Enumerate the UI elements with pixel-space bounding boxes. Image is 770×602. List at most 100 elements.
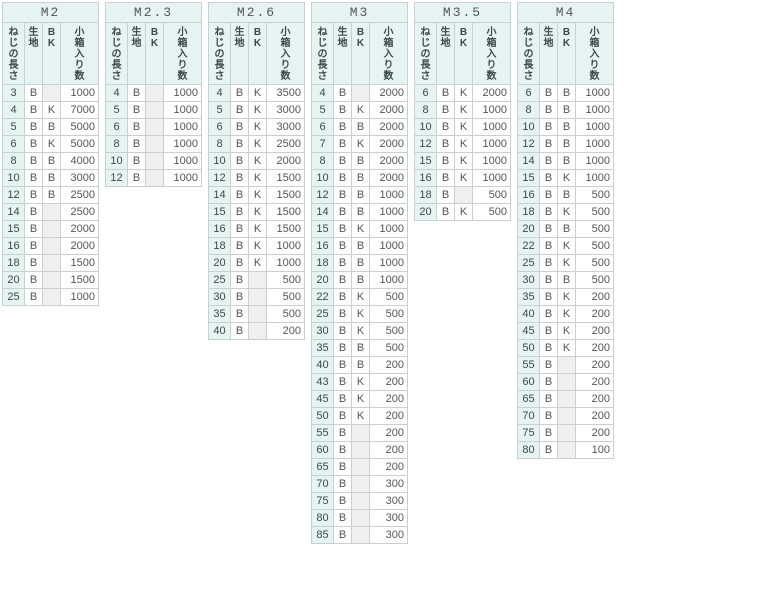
cell-length: 8 [209, 136, 231, 153]
cell-col2: K [249, 170, 267, 187]
cell-col1: B [437, 153, 455, 170]
cell-length: 4 [3, 102, 25, 119]
header-length: ねじの長さ [209, 23, 231, 85]
cell-length: 22 [518, 238, 540, 255]
cell-col1: B [334, 527, 352, 544]
cell-qty: 500 [576, 187, 614, 204]
cell-qty: 500 [267, 272, 305, 289]
cell-qty: 2000 [370, 136, 408, 153]
cell-length: 18 [415, 187, 437, 204]
table-row: 43BK200 [312, 374, 408, 391]
cell-qty: 200 [576, 289, 614, 306]
cell-qty: 2000 [267, 153, 305, 170]
cell-qty: 200 [576, 357, 614, 374]
cell-col1: B [25, 204, 43, 221]
table-row: 5B1000 [106, 102, 202, 119]
table-row: 65B200 [518, 391, 614, 408]
cell-col2: B [558, 119, 576, 136]
table-row: 40BB200 [312, 357, 408, 374]
header-length: ねじの長さ [415, 23, 437, 85]
cell-col2: B [43, 119, 61, 136]
cell-length: 6 [3, 136, 25, 153]
cell-col2: K [558, 340, 576, 357]
cell-qty: 500 [576, 204, 614, 221]
cell-qty: 200 [576, 374, 614, 391]
cell-qty: 1000 [267, 255, 305, 272]
cell-length: 12 [518, 136, 540, 153]
cell-col2: K [249, 238, 267, 255]
cell-col2 [352, 476, 370, 493]
table-row: 6BB1000 [518, 85, 614, 102]
cell-col2: B [352, 357, 370, 374]
cell-col1: B [437, 136, 455, 153]
table-row: 22BK500 [518, 238, 614, 255]
cell-col1: B [540, 170, 558, 187]
table-row: 16BK1500 [209, 221, 305, 238]
cell-length: 16 [415, 170, 437, 187]
cell-col1: B [437, 119, 455, 136]
table-row: 4B1000 [106, 85, 202, 102]
cell-col1: B [231, 289, 249, 306]
table-row: 55B200 [312, 425, 408, 442]
cell-col2: K [558, 170, 576, 187]
header-col2: BK [249, 23, 267, 85]
cell-col2 [146, 170, 164, 187]
cell-qty: 1500 [267, 170, 305, 187]
table-row: 12BK1000 [415, 136, 511, 153]
table-row: 4B2000 [312, 85, 408, 102]
cell-col1: B [231, 204, 249, 221]
cell-length: 5 [106, 102, 128, 119]
table-row: 3B1000 [3, 85, 99, 102]
table-row: 8BB1000 [518, 102, 614, 119]
cell-col2: K [249, 102, 267, 119]
table-row: 4BK7000 [3, 102, 99, 119]
table-row: 18BB1000 [312, 255, 408, 272]
cell-col1: B [334, 85, 352, 102]
cell-col1: B [540, 204, 558, 221]
table-row: 16BB1000 [312, 238, 408, 255]
cell-qty: 500 [576, 238, 614, 255]
cell-qty: 5000 [61, 136, 99, 153]
table-row: 20BK500 [415, 204, 511, 221]
cell-length: 35 [518, 289, 540, 306]
cell-qty: 1000 [576, 119, 614, 136]
cell-col1: B [231, 85, 249, 102]
table-row: 14B2500 [3, 204, 99, 221]
cell-length: 40 [518, 306, 540, 323]
cell-qty: 200 [370, 459, 408, 476]
cell-qty: 2000 [61, 221, 99, 238]
cell-length: 10 [312, 170, 334, 187]
cell-col2: K [455, 119, 473, 136]
table-row: 45BK200 [518, 323, 614, 340]
cell-col1: B [540, 323, 558, 340]
cell-qty: 200 [576, 340, 614, 357]
cell-col1: B [437, 187, 455, 204]
cell-col2: B [43, 153, 61, 170]
cell-col1: B [128, 136, 146, 153]
table-row: 6BB2000 [312, 119, 408, 136]
cell-col1: B [231, 306, 249, 323]
cell-col2: B [558, 85, 576, 102]
cell-length: 5 [209, 102, 231, 119]
cell-length: 25 [3, 289, 25, 306]
cell-col2 [558, 374, 576, 391]
table-row: 16BB500 [518, 187, 614, 204]
table-row: 15B2000 [3, 221, 99, 238]
cell-col2: B [352, 170, 370, 187]
cell-qty: 200 [576, 425, 614, 442]
cell-length: 85 [312, 527, 334, 544]
cell-length: 45 [312, 391, 334, 408]
cell-length: 16 [3, 238, 25, 255]
cell-col2: K [352, 306, 370, 323]
table-row: 15BK1000 [312, 221, 408, 238]
table-row: 6BK5000 [3, 136, 99, 153]
cell-col1: B [334, 442, 352, 459]
header-col1: 生地 [128, 23, 146, 85]
cell-length: 10 [209, 153, 231, 170]
cell-length: 55 [518, 357, 540, 374]
cell-col2: K [352, 323, 370, 340]
table-row: 50BK200 [518, 340, 614, 357]
table-row: 12BB2500 [3, 187, 99, 204]
cell-col2: K [455, 204, 473, 221]
cell-col1: B [334, 510, 352, 527]
